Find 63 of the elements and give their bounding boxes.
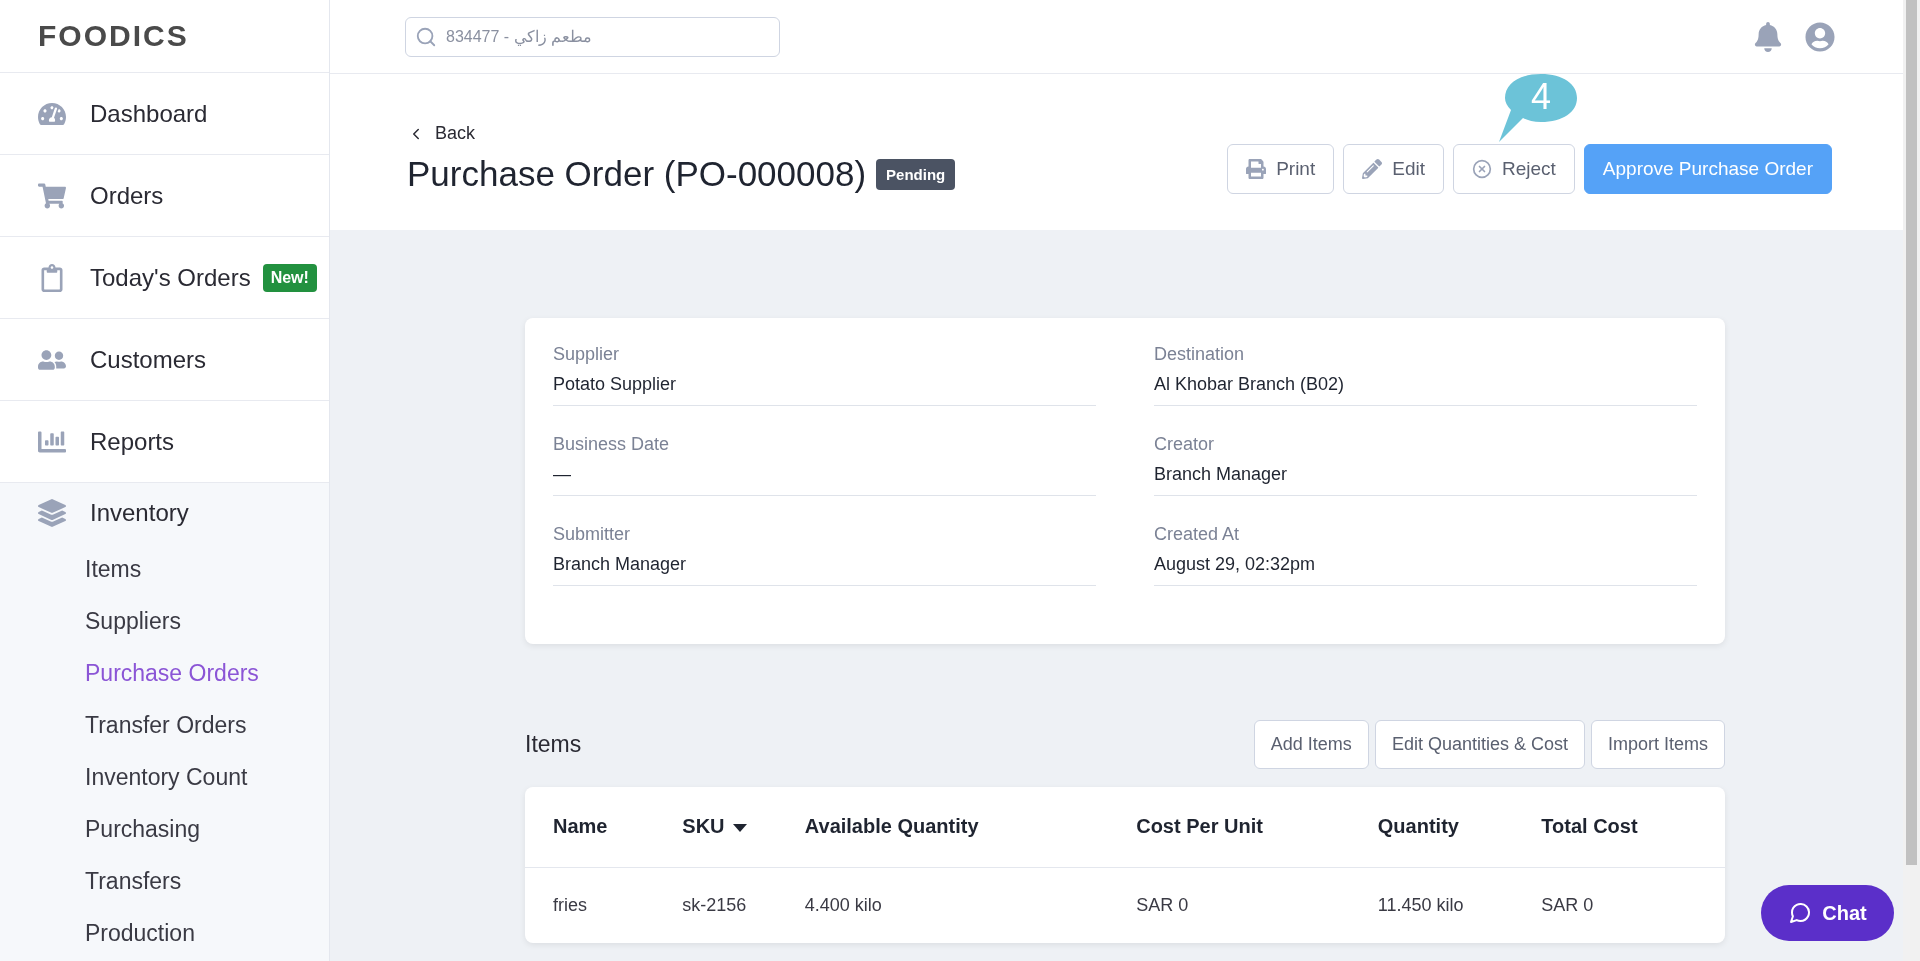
nav-subitem[interactable]: Items xyxy=(0,543,329,595)
nav-subitem[interactable]: Transfers xyxy=(0,855,329,907)
printer-icon xyxy=(1246,159,1267,179)
bell-icon[interactable] xyxy=(1753,21,1783,52)
chat-button[interactable]: Chat xyxy=(1761,885,1894,941)
nav-label: Orders xyxy=(90,181,164,210)
status-badge: Pending xyxy=(876,158,956,190)
field-label: Business Date xyxy=(553,434,671,455)
nav-subitem[interactable]: Inventory Count xyxy=(0,751,329,803)
table-cell: SAR 0 xyxy=(1136,867,1378,943)
column-header[interactable]: Cost Per Unit xyxy=(1136,787,1378,867)
column-header[interactable]: SKU xyxy=(682,787,805,867)
new-badge: New! xyxy=(262,263,317,292)
column-header[interactable]: Available Quantity xyxy=(804,787,1137,867)
action-button[interactable]: Print xyxy=(1227,144,1335,194)
items-button[interactable]: Add Items xyxy=(1253,719,1369,769)
nav-subitem[interactable]: Purchase Orders xyxy=(0,647,329,699)
nav-label: Customers xyxy=(90,345,207,374)
field-label: Supplier xyxy=(553,344,621,365)
back-link[interactable]: Back xyxy=(407,123,956,144)
search-icon xyxy=(415,25,437,48)
field-label: Destination xyxy=(1154,344,1246,365)
sort-icon xyxy=(732,823,747,832)
table-cell: fries xyxy=(525,867,683,943)
field-label: Created At xyxy=(1154,524,1241,545)
table-cell: 11.450 kilo xyxy=(1377,867,1542,943)
field-value: Branch Manager xyxy=(1154,464,1697,496)
nav-subitem[interactable]: Transfer Orders xyxy=(0,699,329,751)
field-value: — xyxy=(553,464,1096,496)
table-cell: SAR 0 xyxy=(1541,867,1725,943)
field-value: Potato Supplier xyxy=(553,374,1096,406)
page-title: Purchase Order (PO-000008) xyxy=(407,154,867,194)
pencil-icon xyxy=(1362,159,1383,179)
nav-label: Today's Orders xyxy=(90,263,251,292)
nav-item[interactable]: Inventory xyxy=(0,483,329,543)
nav-label: Dashboard xyxy=(90,99,208,128)
nav-subitem[interactable]: Production xyxy=(0,907,329,959)
nav-subitem[interactable]: Suppliers xyxy=(0,595,329,647)
scrollbar[interactable] xyxy=(1903,0,1920,961)
field-value: Branch Manager xyxy=(553,554,1096,586)
logo: FOODICS xyxy=(38,19,189,53)
action-button[interactable]: Reject xyxy=(1452,144,1575,194)
nav-label: Inventory xyxy=(90,498,189,527)
table-cell: 4.400 kilo xyxy=(804,867,1137,943)
field-label: Creator xyxy=(1154,434,1216,455)
action-button[interactable]: Edit xyxy=(1343,144,1444,194)
column-header[interactable]: Total Cost xyxy=(1541,787,1725,867)
items-button[interactable]: Import Items xyxy=(1590,719,1725,769)
step-callout: 4 xyxy=(1497,72,1579,144)
search-field[interactable]: 834477 - مطعم زاكي xyxy=(405,16,780,57)
items-button[interactable]: Edit Quantities & Cost xyxy=(1374,719,1585,769)
field-label: Submitter xyxy=(553,524,632,545)
section-title: Items xyxy=(525,730,583,758)
field-value: Al Khobar Branch (B02) xyxy=(1154,374,1697,406)
nav-label: Reports xyxy=(90,427,175,456)
column-header[interactable]: Quantity xyxy=(1377,787,1542,867)
user-avatar-icon[interactable] xyxy=(1805,21,1835,52)
table-cell: sk-2156 xyxy=(682,867,805,943)
nav-subitem[interactable]: Purchasing xyxy=(0,803,329,855)
speech-bubble-icon xyxy=(1788,901,1813,925)
field-value: August 29, 02:32pm xyxy=(1154,554,1697,586)
column-header[interactable]: Name xyxy=(525,787,683,867)
x-circle-icon xyxy=(1471,159,1492,179)
